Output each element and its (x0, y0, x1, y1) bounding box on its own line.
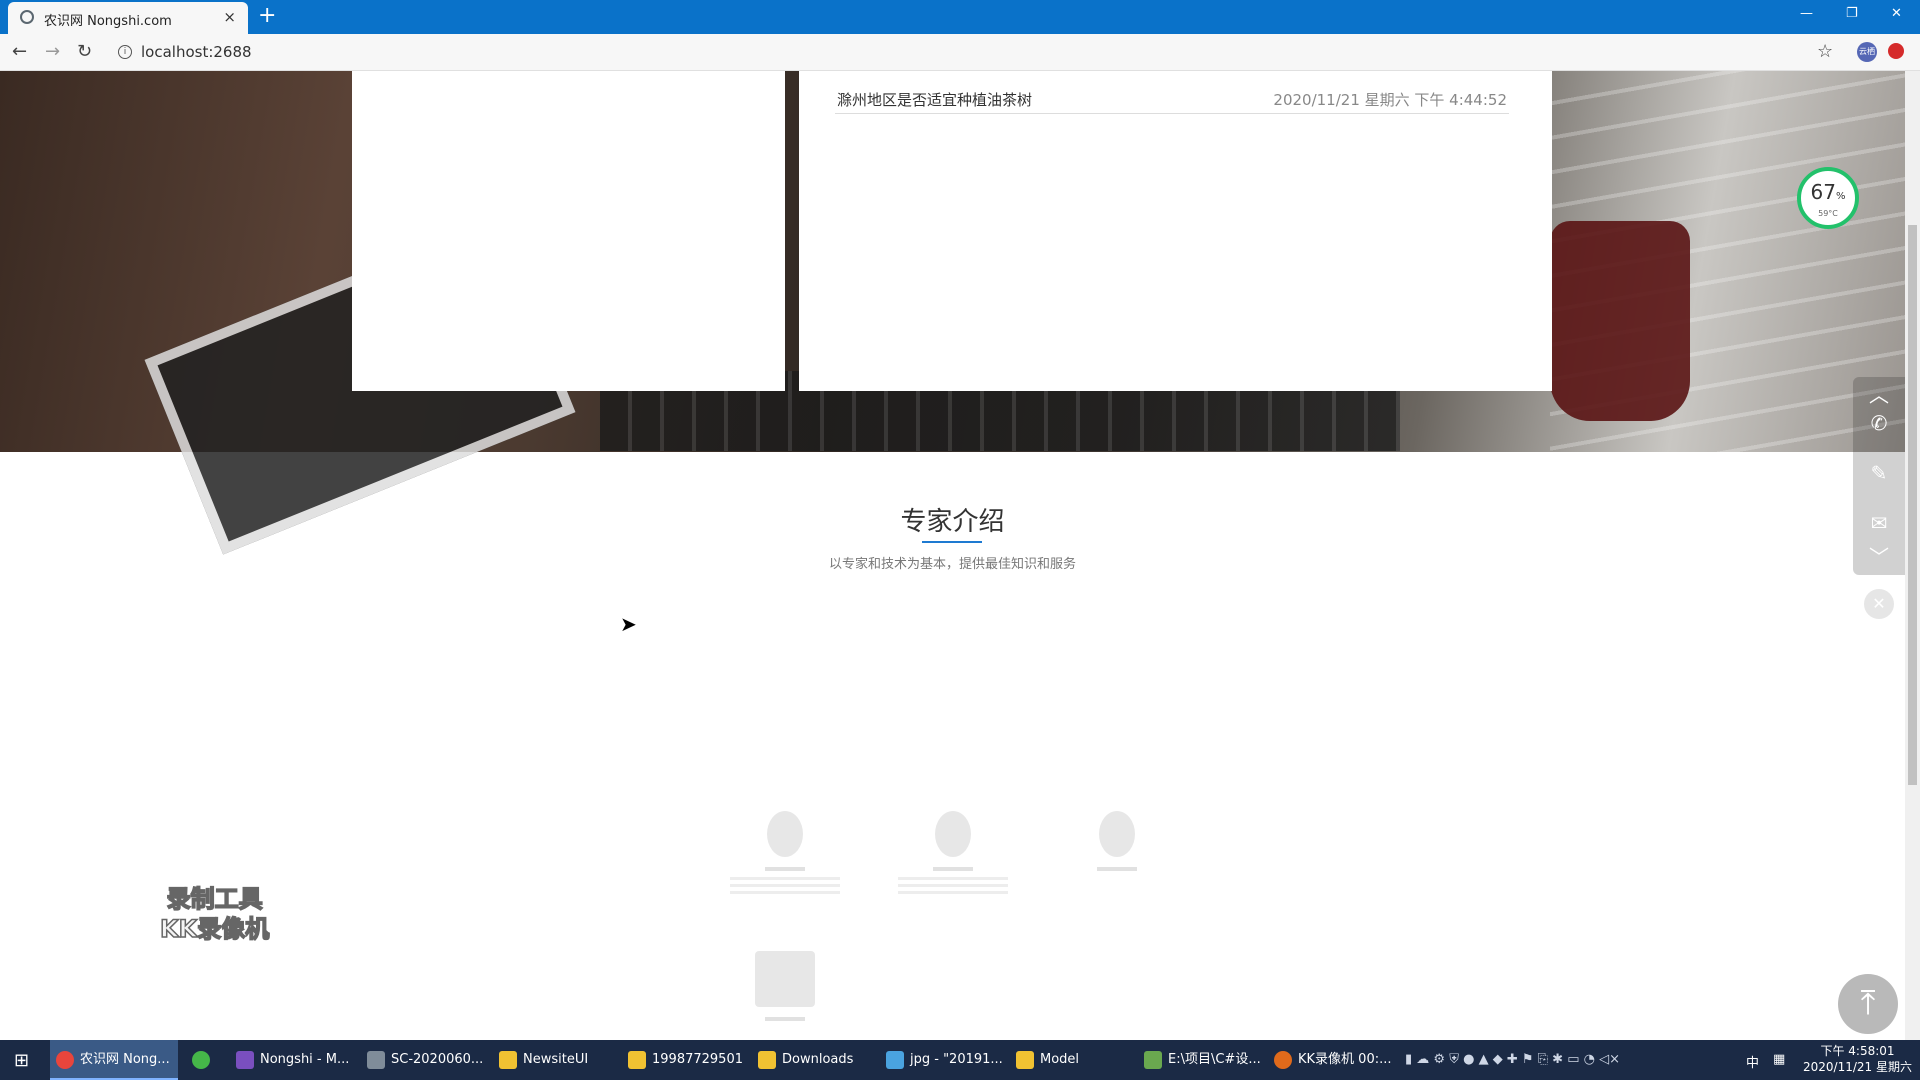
address-bar[interactable]: localhost:2688 (141, 43, 252, 61)
expert-card[interactable] (725, 951, 845, 1027)
windows-start-icon[interactable]: ⊞ (14, 1050, 29, 1071)
folder-icon (628, 1051, 646, 1069)
calendar-icon[interactable]: ▦ (1773, 1052, 1785, 1067)
globe-icon (20, 10, 34, 24)
taskbar-item-wechat[interactable] (186, 1040, 220, 1080)
page-viewport: 滁州地区是否适宜种植油茶树 2020/11/21 星期六 下午 4:44:52 … (0, 71, 1905, 1040)
taskbar-item-notepad[interactable]: E:\项目\C#设... (1138, 1040, 1263, 1080)
reload-icon[interactable]: ↻ (77, 41, 92, 62)
taskbar-item-visual-studio[interactable]: Nongshi - M... (230, 1040, 355, 1080)
expert-card[interactable] (893, 811, 1013, 898)
browser-tab-bar: 农识网 Nongshi.com × + — ❐ ✕ (0, 0, 1920, 34)
restore-button[interactable]: ❐ (1846, 6, 1858, 21)
chevron-up-icon[interactable]: ︿ (1853, 379, 1905, 408)
bookmark-star-icon[interactable]: ☆ (1817, 41, 1833, 62)
taskbar-item-jpg[interactable]: jpg - "20191... (880, 1040, 1005, 1080)
expert-avatar (755, 951, 815, 1007)
windows-taskbar: ⊞ 农识网 Nong... Nongshi - M... SC-2020060.… (0, 1040, 1920, 1080)
site-info-icon[interactable]: i (118, 45, 132, 59)
kk-recorder-icon (1274, 1051, 1292, 1069)
experts-section-title: 专家介绍 (900, 507, 1005, 537)
taskbar-item-kk-recorder[interactable]: KK录像机 00:... (1268, 1040, 1398, 1080)
expert-card[interactable] (1057, 811, 1177, 877)
performance-gauge[interactable]: 67% 59°C (1797, 167, 1859, 229)
folder-icon (499, 1051, 517, 1069)
chrome-icon (56, 1051, 74, 1069)
taskbar-item-newsiteui[interactable]: NewsiteUI (493, 1040, 613, 1080)
expert-avatar (1099, 811, 1135, 857)
wechat-icon (192, 1051, 210, 1069)
close-icon[interactable]: ✕ (1864, 589, 1894, 619)
taskbar-item-folder-2[interactable]: 19987729501 (622, 1040, 747, 1080)
news-list-item[interactable]: 滁州地区是否适宜种植油茶树 2020/11/21 星期六 下午 4:44:52 (835, 85, 1509, 114)
expert-card[interactable] (725, 811, 845, 898)
gauge-temperature: 59°C (1818, 209, 1838, 218)
gauge-percent: 67 (1810, 180, 1836, 204)
recorder-watermark: 录制工具 KK录像机 (159, 884, 270, 944)
coffee-cup-photo (1550, 221, 1690, 421)
experts-section-subtitle: 以专家和技术为基本，提供最佳知识和服务 (828, 557, 1076, 572)
back-arrow-icon[interactable]: ← (12, 41, 27, 62)
news-title[interactable]: 滁州地区是否适宜种植油茶树 (837, 89, 1032, 110)
news-date: 2020/11/21 星期六 下午 4:44:52 (1273, 91, 1507, 109)
edit-icon[interactable]: ✎ (1853, 461, 1905, 485)
close-window-button[interactable]: ✕ (1891, 6, 1902, 21)
mail-icon[interactable]: ✉ (1853, 511, 1905, 535)
news-panel: 滁州地区是否适宜种植油茶树 2020/11/21 星期六 下午 4:44:52 (799, 71, 1552, 391)
remote-desktop-icon (367, 1051, 385, 1069)
taskbar-item-model[interactable]: Model (1010, 1040, 1130, 1080)
scrollbar-thumb[interactable] (1908, 225, 1917, 785)
ime-indicator[interactable]: 中 (1746, 1052, 1759, 1071)
folder-icon (1016, 1051, 1034, 1069)
new-tab-button[interactable]: + (258, 4, 276, 28)
mouse-cursor-icon: ➤ (620, 612, 637, 636)
floating-contact-bar: ︿ ✆ ✎ ✉ ﹀ (1853, 377, 1905, 575)
taskbar-item-remote[interactable]: SC-2020060... (361, 1040, 486, 1080)
extension-cloud-icon[interactable]: 云栖 (1857, 42, 1877, 62)
chevron-down-icon[interactable]: ﹀ (1853, 541, 1905, 570)
folder-icon (758, 1051, 776, 1069)
notepad-icon (1144, 1051, 1162, 1069)
forward-arrow-icon[interactable]: → (45, 41, 60, 62)
hero-background: 滁州地区是否适宜种植油茶树 2020/11/21 星期六 下午 4:44:52 (0, 71, 1905, 555)
browser-tab[interactable]: 农识网 Nongshi.com × (8, 2, 248, 34)
left-content-panel (352, 71, 785, 391)
tab-close-button[interactable]: × (223, 8, 236, 26)
extension-red-icon[interactable] (1888, 43, 1904, 59)
taskbar-item-downloads[interactable]: Downloads (752, 1040, 872, 1080)
image-icon (886, 1051, 904, 1069)
browser-toolbar: ← → ↻ i localhost:2688 ☆ 云栖 (0, 34, 1920, 71)
minimize-button[interactable]: — (1800, 6, 1813, 21)
system-tray-icons[interactable]: ▮ ☁ ⚙ ⛨ ● ▲ ◆ ✚ ⚑ ⎘ ✱ ▭ ◔ ◁× (1405, 1052, 1620, 1067)
taskbar-item-chrome[interactable]: 农识网 Nong... (50, 1040, 178, 1080)
back-to-top-button[interactable]: ⤒ (1838, 974, 1898, 1034)
expert-avatar (935, 811, 971, 857)
phone-icon[interactable]: ✆ (1853, 411, 1905, 435)
taskbar-clock[interactable]: 下午 4:58:01 2020/11/21 星期六 (1800, 1043, 1915, 1075)
tab-title: 农识网 Nongshi.com (44, 14, 172, 29)
expert-avatar (767, 811, 803, 857)
title-underline (922, 541, 982, 543)
visual-studio-icon (236, 1051, 254, 1069)
